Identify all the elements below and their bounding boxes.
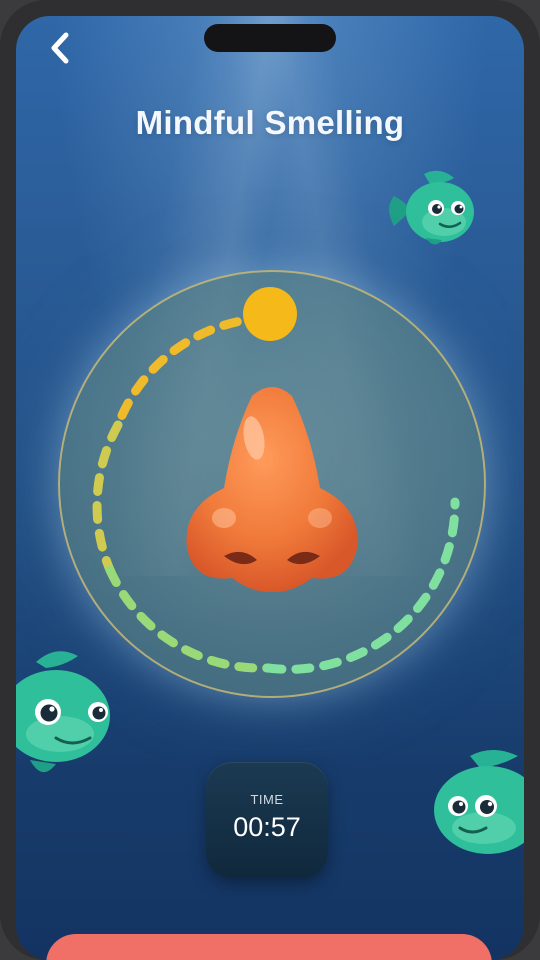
fish-top-right xyxy=(389,170,474,245)
page-title: Mindful Smelling xyxy=(135,104,405,141)
screen: Mindful Smelling TIME 00:57 xyxy=(16,16,524,960)
timer-label: TIME xyxy=(250,792,284,807)
timer-card: TIME 00:57 xyxy=(206,762,328,878)
chevron-left-icon xyxy=(51,32,69,64)
progress-dot xyxy=(243,287,297,341)
camera-notch xyxy=(204,24,336,52)
back-button[interactable] xyxy=(38,26,82,70)
timer-value: 00:57 xyxy=(233,812,301,842)
fish-bottom-left xyxy=(16,651,110,773)
nose-illustration xyxy=(186,387,358,593)
bottom-action-button[interactable] xyxy=(46,934,492,960)
fish-bottom-right xyxy=(434,750,524,854)
